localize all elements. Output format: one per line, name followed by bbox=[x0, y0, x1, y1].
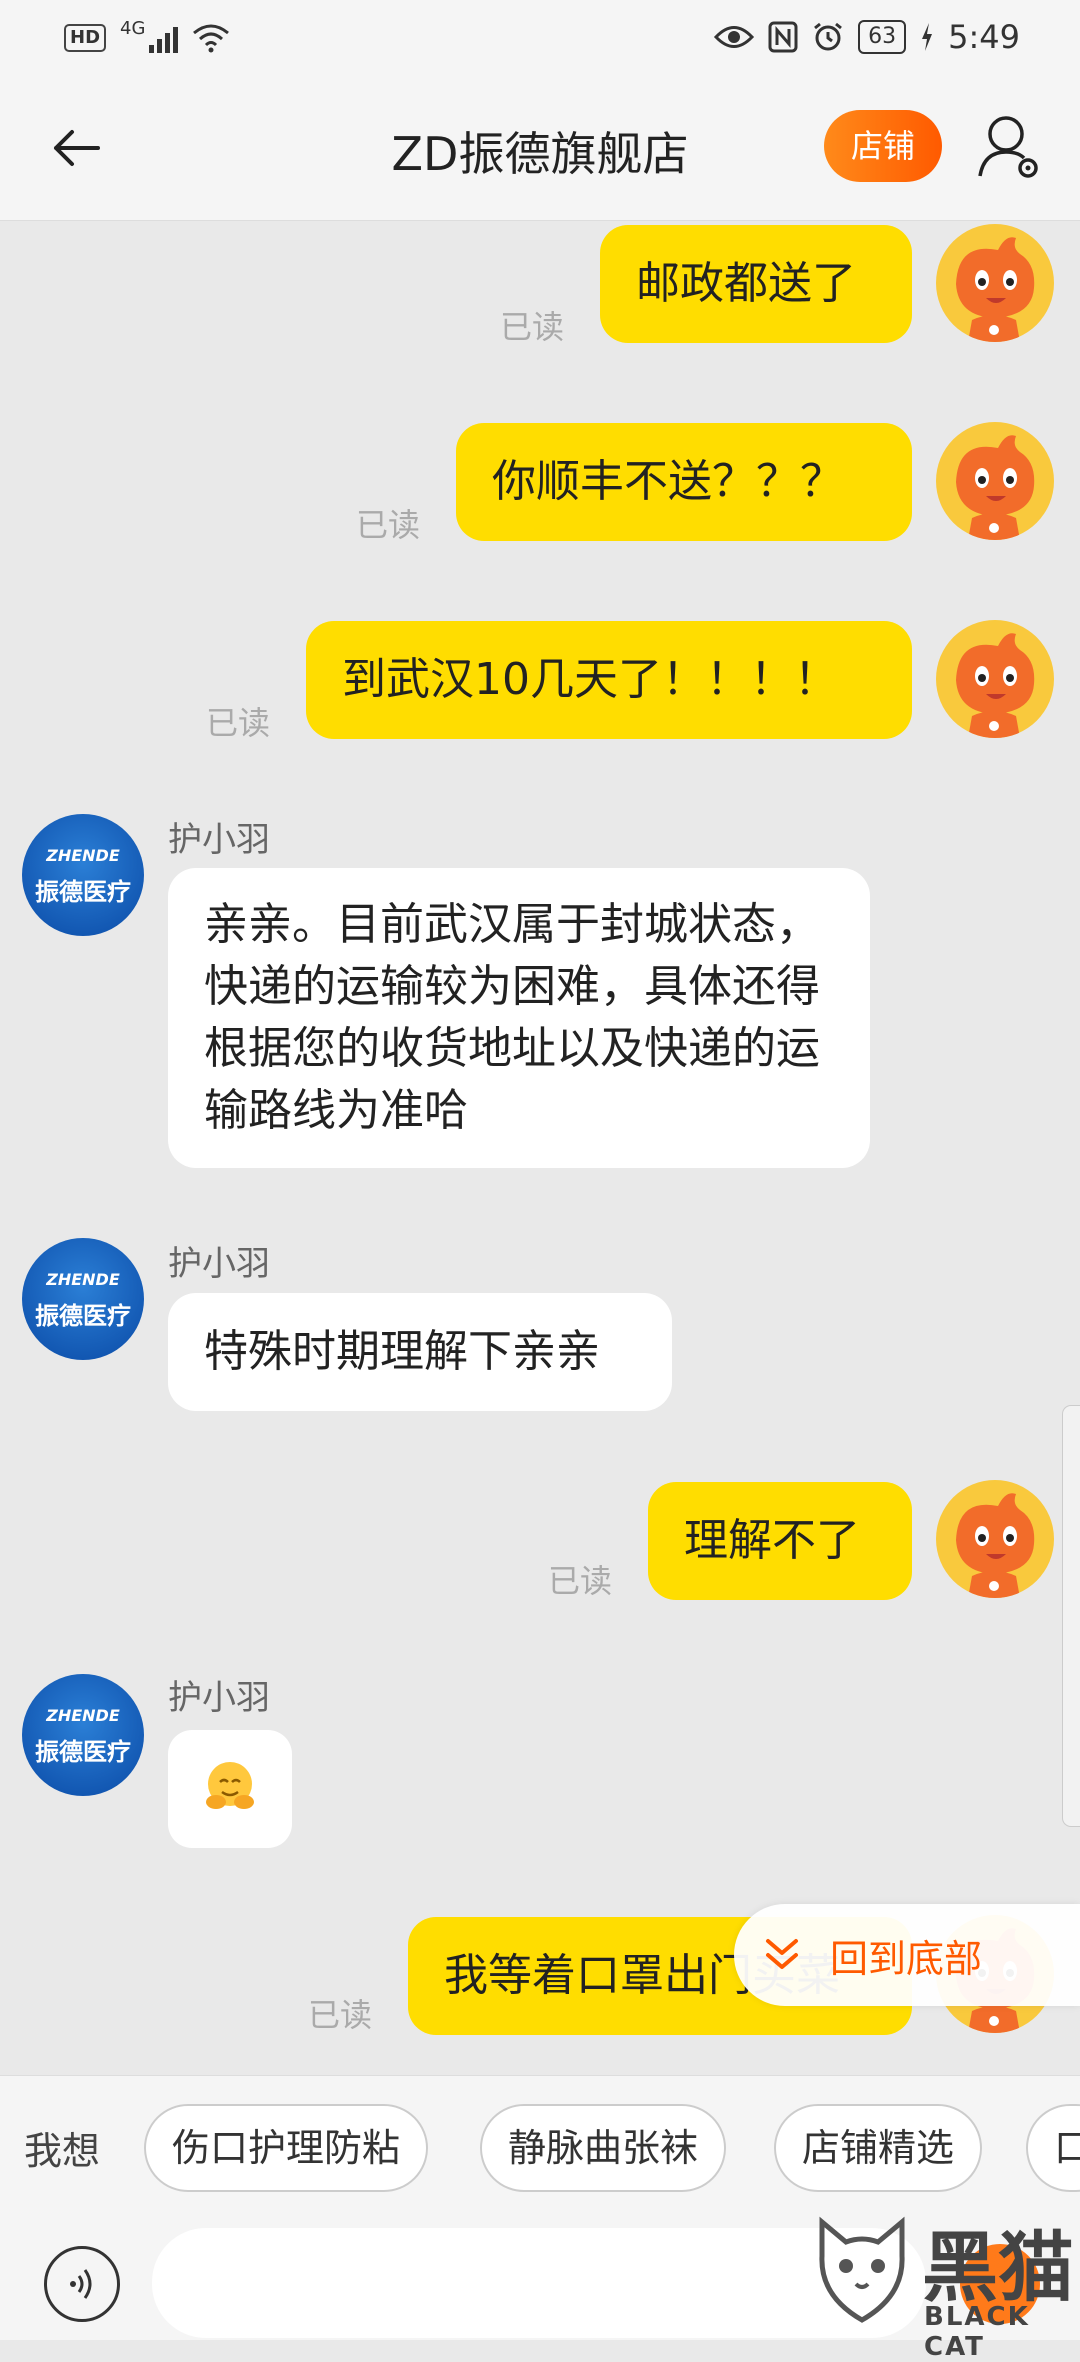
message-bubble-me[interactable]: 到武汉10几天了！！！！ bbox=[306, 621, 912, 739]
mascot-avatar-icon bbox=[956, 435, 1035, 540]
message-bubble-me[interactable]: 你顺丰不送？？？ bbox=[456, 423, 912, 541]
voice-button[interactable] bbox=[44, 2246, 120, 2322]
sender-name: 护小羽 bbox=[168, 820, 270, 860]
suggestion-chip[interactable]: 伤口护理防粘 bbox=[144, 2104, 429, 2192]
my-avatar[interactable] bbox=[936, 422, 1054, 540]
read-status: 已读 bbox=[500, 308, 565, 346]
read-status: 已读 bbox=[548, 1562, 613, 1600]
watermark: 黑猫 BLACK CAT bbox=[812, 2210, 1080, 2362]
message-bubble-shop[interactable]: 特殊时期理解下亲亲 bbox=[168, 1293, 672, 1411]
mascot-avatar-icon bbox=[956, 633, 1035, 738]
voice-icon bbox=[70, 2269, 92, 2299]
quick-suggestion-bar: 我想 伤口护理防粘 静脉曲张袜 店铺精选 口 bbox=[0, 2075, 1080, 2221]
read-status: 已读 bbox=[356, 506, 421, 544]
status-right: 63 5:49 bbox=[714, 14, 1020, 60]
watermark-text: 黑猫 bbox=[922, 2223, 1074, 2312]
back-to-bottom-button[interactable]: 回到底部 bbox=[734, 1904, 1080, 2006]
mascot-avatar-icon bbox=[956, 237, 1035, 342]
shop-avatar[interactable]: ZHENDE 振德医疗 bbox=[22, 1238, 144, 1360]
eye-icon bbox=[714, 26, 755, 48]
read-status: 已读 bbox=[308, 1996, 373, 2034]
sender-name: 护小羽 bbox=[168, 1678, 270, 1718]
suggestion-chip[interactable]: 口 bbox=[1026, 2104, 1080, 2192]
double-chevron-down-icon bbox=[766, 1939, 798, 1969]
signal-icon bbox=[149, 23, 179, 53]
battery-level: 63 bbox=[858, 20, 907, 54]
shop-avatar-brand: ZHENDE bbox=[46, 1706, 120, 1725]
shop-avatar-brand: ZHENDE bbox=[46, 1270, 120, 1289]
black-cat-logo-icon bbox=[819, 2216, 905, 2323]
suggestion-chip[interactable]: 静脉曲张袜 bbox=[480, 2104, 727, 2192]
shop-avatar-brand: ZHENDE bbox=[46, 846, 120, 865]
alarm-icon bbox=[814, 22, 843, 51]
read-status: 已读 bbox=[206, 704, 271, 742]
shop-avatar[interactable]: ZHENDE 振德医疗 bbox=[22, 1674, 144, 1796]
back-to-bottom-label: 回到底部 bbox=[830, 1936, 983, 1981]
hd-badge: HD bbox=[64, 24, 107, 52]
shop-avatar-name: 振德医疗 bbox=[35, 1738, 131, 1766]
chat-area[interactable]: 已读 邮政都送了 已读 你顺丰不送？？？ 已读 到武汉10几天了！！！！ ZHE… bbox=[0, 220, 1080, 2075]
my-avatar[interactable] bbox=[936, 1480, 1054, 1598]
suggestion-chip[interactable]: 店铺精选 bbox=[774, 2104, 983, 2192]
shop-avatar-name: 振德医疗 bbox=[35, 1302, 131, 1330]
user-settings-icon[interactable] bbox=[978, 112, 1042, 182]
message-bubble-shop[interactable]: 亲亲。目前武汉属于封城状态，快递的运输较为困难，具体还得根据您的收货地址以及快递… bbox=[168, 868, 870, 1168]
shop-button[interactable]: 店铺 bbox=[824, 110, 942, 182]
status-bar: HD 4G 63 5:49 bbox=[0, 0, 1080, 74]
scroll-handle[interactable] bbox=[1062, 1405, 1080, 1827]
charging-icon bbox=[922, 23, 933, 51]
hug-face-icon bbox=[206, 1762, 254, 1809]
watermark-subtext: BLACK CAT bbox=[924, 2302, 1030, 2362]
status-left: HD 4G bbox=[64, 18, 230, 58]
my-avatar[interactable] bbox=[936, 224, 1054, 342]
my-avatar[interactable] bbox=[936, 620, 1054, 738]
quick-bar-label: 我想 bbox=[24, 2129, 101, 2173]
mascot-avatar-icon bbox=[956, 1493, 1035, 1598]
wifi-icon bbox=[193, 24, 230, 53]
shop-avatar[interactable]: ZHENDE 振德医疗 bbox=[22, 814, 144, 936]
chat-header: ZD振德旗舰店 店铺 bbox=[0, 74, 1080, 221]
shop-avatar-name: 振德医疗 bbox=[35, 878, 131, 906]
message-bubble-me[interactable]: 邮政都送了 bbox=[600, 225, 912, 343]
message-input[interactable] bbox=[152, 2228, 926, 2338]
network-type: 4G bbox=[120, 18, 146, 39]
message-bubble-me[interactable]: 理解不了 bbox=[648, 1482, 912, 1600]
clock: 5:49 bbox=[948, 18, 1020, 56]
message-bubble-shop-emoji[interactable] bbox=[168, 1730, 292, 1848]
sender-name: 护小羽 bbox=[168, 1244, 270, 1284]
nfc-icon bbox=[768, 21, 798, 53]
